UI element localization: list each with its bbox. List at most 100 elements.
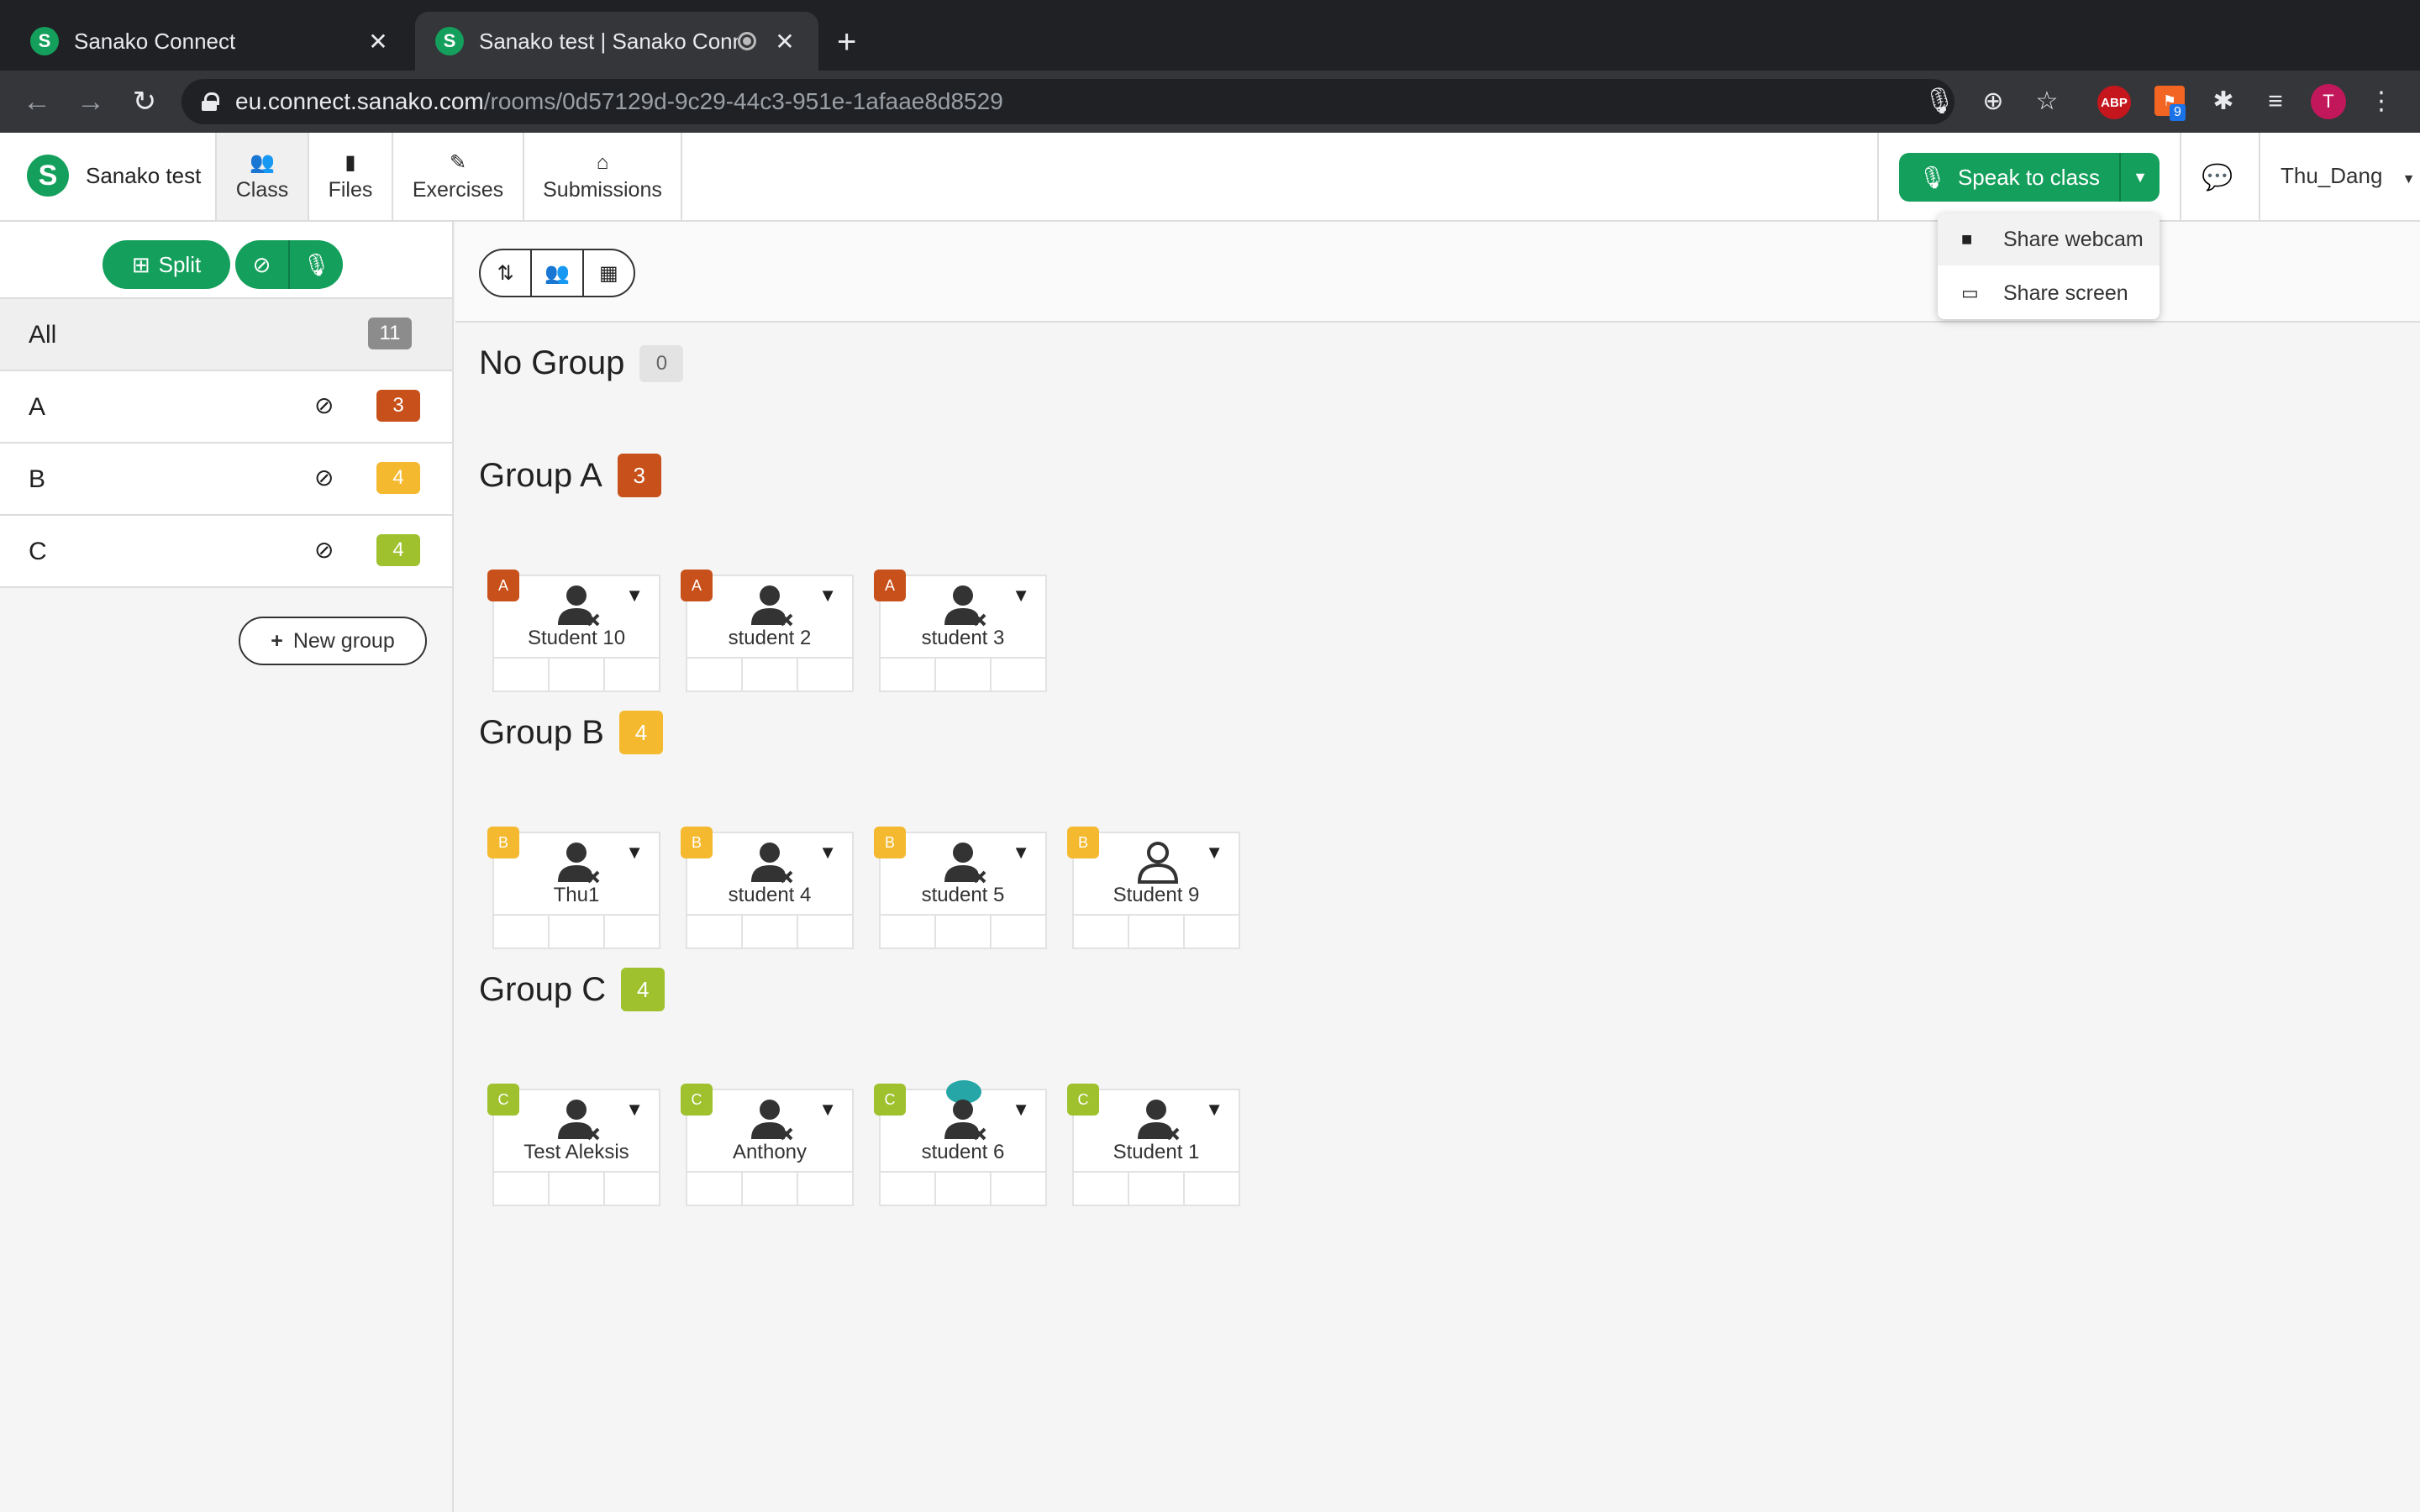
sidebar-group-b[interactable]: B ⊘ 4 — [0, 444, 452, 516]
more-vertical-icon[interactable]: ⋮ — [2365, 86, 2398, 118]
chevron-down-icon[interactable]: ▼ — [1012, 585, 1030, 606]
browser-tab-sanako-test[interactable]: S Sanako test | Sanako Conn ✕ — [415, 12, 818, 71]
speak-main: 🎙 Speak to class — [1899, 165, 2119, 191]
puzzle-extensions-icon[interactable]: ✱ — [2207, 86, 2240, 118]
microphone-icon[interactable]: 🎙 — [1923, 86, 1956, 118]
chevron-down-icon[interactable]: ▼ — [1012, 1099, 1030, 1121]
user-offline-icon — [751, 1100, 793, 1141]
chevron-down-icon[interactable]: ▼ — [2119, 153, 2160, 202]
mic-off-icon[interactable]: ⊘ — [314, 536, 334, 564]
chevron-down-icon[interactable]: ▼ — [818, 1099, 837, 1121]
group-view-icon[interactable]: 👥 — [532, 250, 584, 296]
adblock-icon[interactable]: ABP — [2097, 86, 2131, 119]
share-screen-item[interactable]: ▭ Share screen — [1938, 267, 2160, 319]
group-tag: C — [1067, 1084, 1099, 1116]
student-card[interactable]: C ▼ student 6 — [874, 1080, 1047, 1206]
group-count-badge: 4 — [376, 534, 420, 566]
status-slots — [881, 914, 1045, 948]
playlist-icon[interactable]: ≡ — [2259, 86, 2292, 118]
mute-all-button[interactable]: ⊘ — [235, 240, 290, 289]
profile-avatar[interactable]: T — [2311, 84, 2346, 119]
url-path: /rooms/0d57129d-9c29-44c3-951e-1afaae8d8… — [483, 88, 1003, 114]
chevron-down-icon[interactable]: ▼ — [818, 842, 837, 864]
status-slots — [687, 1171, 852, 1205]
lock-icon — [202, 92, 219, 111]
section-count-badge: 0 — [639, 344, 684, 382]
sidebar-group-all[interactable]: All 11 — [0, 299, 452, 371]
chevron-down-icon[interactable]: ▼ — [625, 842, 644, 864]
browser-tab-sanako-connect[interactable]: S Sanako Connect ✕ — [10, 12, 412, 71]
chevron-down-icon[interactable]: ▼ — [625, 1099, 644, 1121]
share-webcam-item[interactable]: ■ Share webcam — [1938, 213, 2160, 265]
chevron-down-icon[interactable]: ▼ — [818, 585, 837, 606]
chevron-down-icon[interactable]: ▼ — [1205, 842, 1223, 864]
status-slots — [881, 657, 1045, 690]
mic-off-icon[interactable]: ⊘ — [314, 464, 334, 491]
group-tag: A — [681, 570, 713, 601]
user-offline-icon — [751, 585, 793, 627]
split-button[interactable]: ⊞ Split — [103, 240, 230, 289]
sort-icon[interactable]: ⇅ — [481, 250, 533, 296]
group-label: All — [29, 321, 57, 349]
section-no-group: No Group 0 — [479, 344, 684, 382]
student-card[interactable]: C ▼ Anthony — [681, 1084, 854, 1206]
sidebar-group-c[interactable]: C ⊘ 4 — [0, 516, 452, 588]
student-card[interactable]: C ▼ Test Aleksis — [487, 1084, 660, 1206]
speak-to-class-button[interactable]: 🎙 Speak to class ▼ — [1899, 153, 2160, 202]
chevron-down-icon[interactable]: ▼ — [1205, 1099, 1223, 1121]
student-name: Anthony — [732, 1141, 808, 1163]
forward-arrow-icon[interactable]: → — [74, 86, 108, 118]
student-name: student 6 — [921, 1141, 1005, 1163]
student-card[interactable]: A ▼ Student 10 — [487, 570, 660, 692]
star-bookmark-icon[interactable]: ☆ — [2030, 86, 2064, 118]
close-icon[interactable]: ✕ — [365, 28, 392, 55]
mic-off-icon[interactable]: ⊘ — [314, 391, 334, 419]
group-label: B — [29, 465, 46, 493]
chat-bubble-icon[interactable]: 💬 — [2202, 163, 2233, 192]
student-card[interactable]: B ▼ Thu1 — [487, 827, 660, 949]
student-card[interactable]: A ▼ student 2 — [681, 570, 854, 692]
sidebar-group-a[interactable]: A ⊘ 3 — [0, 371, 452, 444]
student-name: student 2 — [728, 627, 812, 649]
extension-badge: 9 — [2170, 104, 2186, 121]
new-tab-plus-icon[interactable]: + — [837, 24, 856, 60]
group-count-badge: 11 — [368, 318, 412, 349]
new-group-button[interactable]: + New group — [239, 617, 427, 665]
tab-class[interactable]: 👥 Class — [215, 133, 308, 220]
user-menu[interactable]: Thu_Dang ▼ — [2281, 163, 2416, 189]
user-offline-icon — [751, 843, 793, 884]
chevron-down-icon[interactable]: ▼ — [1012, 842, 1030, 864]
speak-label: Speak to class — [1957, 164, 2101, 190]
user-offline-icon — [558, 1100, 600, 1141]
student-card[interactable]: B ▼ student 4 — [681, 827, 854, 949]
tab-files[interactable]: ▮ Files — [308, 133, 392, 220]
group-tag: B — [1067, 827, 1099, 858]
grid-view-icon[interactable]: ▦ — [584, 250, 634, 296]
user-offline-icon — [558, 843, 600, 884]
student-card[interactable]: A ▼ student 3 — [874, 570, 1047, 692]
user-offline-icon — [558, 585, 600, 627]
unmute-all-button[interactable]: 🎙 — [290, 240, 343, 289]
section-group-a: Group A 3 — [479, 454, 661, 497]
student-name: Student 9 — [1113, 884, 1200, 906]
section-count-badge: 4 — [618, 711, 663, 754]
status-slots — [1074, 1171, 1239, 1205]
user-offline-icon — [944, 843, 986, 884]
back-arrow-icon[interactable]: ← — [20, 86, 54, 118]
tab-submissions[interactable]: ⌂ Submissions — [523, 133, 682, 220]
reload-icon[interactable]: ↻ — [128, 86, 161, 118]
group-tag: B — [874, 827, 906, 858]
url-field[interactable]: eu.connect.sanako.com /rooms/0d57129d-9c… — [182, 79, 1954, 124]
share-dropdown-menu: ■ Share webcam ▭ Share screen — [1938, 213, 2160, 319]
student-name: student 4 — [728, 884, 812, 906]
student-card[interactable]: B ▼ Student 9 — [1067, 827, 1240, 949]
tab-exercises[interactable]: ✎ Exercises — [392, 133, 523, 220]
sidebar-controls: ⊞ Split ⊘ 🎙 — [0, 222, 452, 299]
app-header: S Sanako test 👥 Class ▮ Files ✎ Exercise… — [0, 133, 2420, 222]
chevron-down-icon[interactable]: ▼ — [625, 585, 644, 606]
student-card[interactable]: C ▼ Student 1 — [1067, 1084, 1240, 1206]
add-circle-icon[interactable]: ⊕ — [1976, 86, 2010, 118]
mic-toggle-group: ⊘ 🎙 — [235, 240, 343, 289]
student-card[interactable]: B ▼ student 5 — [874, 827, 1047, 949]
close-icon[interactable]: ✕ — [771, 28, 798, 55]
